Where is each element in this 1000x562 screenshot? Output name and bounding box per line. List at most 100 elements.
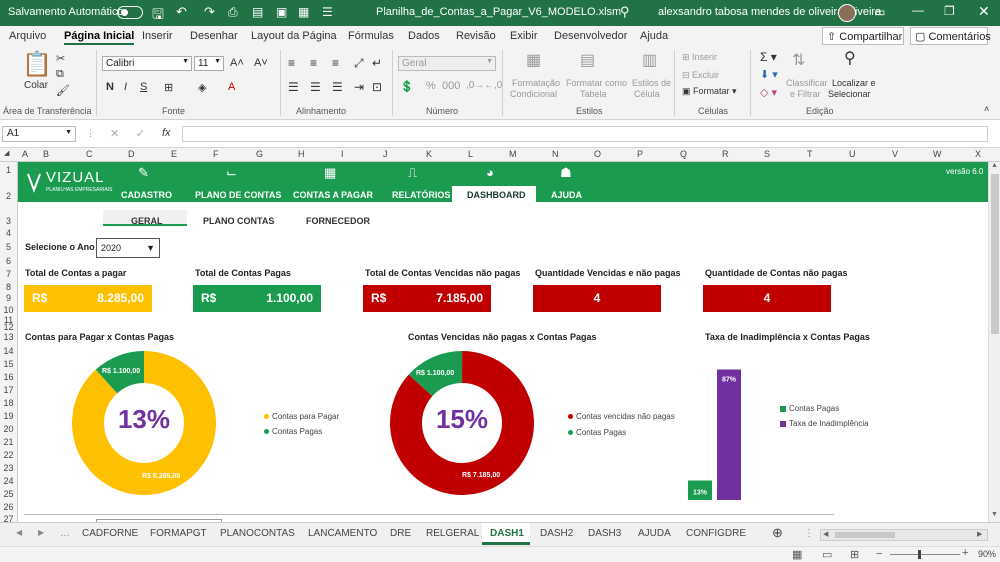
row-header[interactable]: 12 (0, 322, 17, 332)
row-header[interactable]: 7 (0, 269, 17, 279)
cell-styles-button-2[interactable]: Célula (634, 89, 660, 99)
column-header[interactable]: M (509, 149, 517, 159)
autosave-toggle[interactable] (117, 6, 143, 19)
sheet-tab[interactable]: DRE (390, 528, 411, 539)
row-header[interactable]: 19 (0, 411, 17, 421)
conditional-format-icon[interactable]: ▦ (526, 50, 541, 70)
column-header[interactable]: J (383, 149, 388, 159)
clear-icon[interactable]: ◇ ▾ (760, 86, 777, 99)
increase-decimal-icon[interactable]: ,0→ (466, 80, 484, 91)
share-button[interactable]: ⇧ Compartilhar (822, 27, 904, 45)
h-scroll-thumb[interactable] (835, 532, 895, 538)
align-center-icon[interactable]: ☰ (310, 80, 321, 94)
column-header[interactable]: U (849, 149, 856, 159)
row-header[interactable]: 3 (0, 216, 17, 226)
chart-icon[interactable]: ▦ (298, 5, 309, 19)
font-name-select[interactable]: Calibri ▼ (102, 56, 192, 71)
subtab-fornecedor[interactable]: FORNECEDOR (306, 216, 370, 226)
column-header[interactable]: T (807, 149, 813, 159)
menu-ajuda[interactable]: Ajuda (640, 30, 668, 42)
align-middle-icon[interactable]: ≡ (310, 56, 317, 70)
indent-icon[interactable]: ⇥ (354, 80, 364, 94)
menu-inserir[interactable]: Inserir (142, 30, 173, 42)
minimize-icon[interactable]: — (912, 3, 924, 17)
avatar[interactable] (838, 4, 856, 22)
nav-dashboard[interactable]: DASHBOARD (467, 190, 526, 200)
row-header[interactable]: 5 (0, 242, 17, 252)
align-left-icon[interactable]: ☰ (288, 80, 299, 94)
subtab-geral[interactable]: GERAL (131, 216, 163, 226)
font-size-select[interactable]: 11 ▼ (194, 56, 224, 71)
zoom-level[interactable]: 90% (978, 549, 996, 559)
menu-layout[interactable]: Layout da Página (251, 30, 337, 42)
sheet-tab[interactable]: AJUDA (638, 528, 671, 539)
sheet-tab[interactable]: CADFORNE (82, 528, 138, 539)
cut-icon[interactable]: ✂ (56, 52, 65, 65)
save-icon[interactable]: 🖫 (152, 4, 164, 28)
insert-function-button[interactable]: fx (162, 127, 171, 139)
sheet-tab[interactable]: LANCAMENTO (308, 528, 377, 539)
grow-font-icon[interactable]: A˄ (230, 57, 244, 69)
row-header[interactable]: 9 (0, 293, 17, 303)
sheet-tab[interactable]: DASH2 (540, 528, 573, 539)
row-header[interactable]: 18 (0, 398, 17, 408)
font-color-icon[interactable]: A (228, 81, 235, 93)
sheet-tab[interactable]: FORMAPGT (150, 528, 207, 539)
row-header[interactable]: 23 (0, 463, 17, 473)
format-table-button-1[interactable]: Formatar como (566, 78, 627, 88)
formula-input[interactable] (182, 126, 988, 142)
cell-styles-icon[interactable]: ▥ (642, 50, 657, 70)
column-header[interactable]: R (722, 149, 729, 159)
prev-sheet-icon[interactable]: ◀ (16, 528, 22, 537)
nav-relatorios[interactable]: RELATÓRIOS (392, 190, 450, 200)
restore-icon[interactable]: ❐ (944, 4, 955, 18)
find-select-button-1[interactable]: Localizar e (832, 78, 876, 88)
menu-desenhar[interactable]: Desenhar (190, 30, 238, 42)
decrease-decimal-icon[interactable]: ←,0 (484, 80, 502, 91)
row-header[interactable]: 10 (0, 305, 17, 315)
align-top-icon[interactable]: ≡ (288, 56, 295, 70)
add-sheet-icon[interactable]: ⊕ (772, 525, 783, 541)
column-header[interactable]: D (128, 149, 135, 159)
copy-icon[interactable]: ⧉ (56, 68, 64, 81)
print-icon[interactable]: ⎙ (228, 5, 238, 20)
column-header[interactable]: X (975, 149, 981, 159)
italic-icon[interactable]: I (124, 81, 127, 93)
column-header[interactable]: V (892, 149, 898, 159)
column-header[interactable]: K (426, 149, 432, 159)
more-sheets-icon[interactable]: … (60, 528, 70, 539)
paste-button[interactable]: Colar (24, 80, 48, 91)
search-icon[interactable]: ⚲ (620, 4, 630, 20)
column-header[interactable]: E (171, 149, 177, 159)
sheet-tab[interactable]: DASH3 (588, 528, 621, 539)
row-header[interactable]: 22 (0, 450, 17, 460)
column-header[interactable]: P (637, 149, 643, 159)
row-header[interactable]: 1 (0, 165, 17, 175)
row-header[interactable]: 15 (0, 359, 17, 369)
menu-dados[interactable]: Dados (408, 30, 440, 42)
ribbon-options-icon[interactable]: ▭ (874, 5, 885, 19)
scroll-down-icon[interactable]: ▼ (991, 511, 998, 518)
year-select[interactable]: 2020 ▼ (96, 238, 160, 258)
shrink-font-icon[interactable]: A˅ (254, 57, 268, 69)
sheet-tab-active[interactable]: DASH1 (490, 528, 524, 539)
horizontal-scrollbar[interactable]: ◀ ▶ (820, 529, 988, 541)
normal-view-icon[interactable]: ▦ (792, 548, 802, 561)
zoom-in-icon[interactable]: + (962, 547, 968, 559)
subtab-plano-contas[interactable]: PLANO CONTAS (203, 216, 274, 226)
format-cells-button[interactable]: ▣ Formatar ▾ (682, 86, 737, 97)
format-painter-icon[interactable]: 🖌 (56, 84, 70, 97)
tab-split-icon[interactable]: ⋮ (804, 528, 814, 539)
conditional-format-button-2[interactable]: Condicional (510, 89, 557, 99)
scroll-up-icon[interactable]: ▲ (991, 162, 998, 169)
sheet-tab[interactable]: PLANOCONTAS (220, 528, 295, 539)
column-header[interactable]: H (298, 149, 305, 159)
bold-icon[interactable]: N (106, 81, 114, 93)
column-header[interactable]: I (341, 149, 344, 159)
conditional-format-button-1[interactable]: Formatação (512, 78, 560, 88)
redo-icon[interactable]: ↷ (204, 4, 215, 20)
zoom-slider-thumb[interactable] (918, 550, 921, 559)
fill-icon[interactable]: ⬇ ▾ (760, 68, 778, 81)
wrap-text-icon[interactable]: ↵ (372, 56, 382, 70)
row-header[interactable]: 21 (0, 437, 17, 447)
